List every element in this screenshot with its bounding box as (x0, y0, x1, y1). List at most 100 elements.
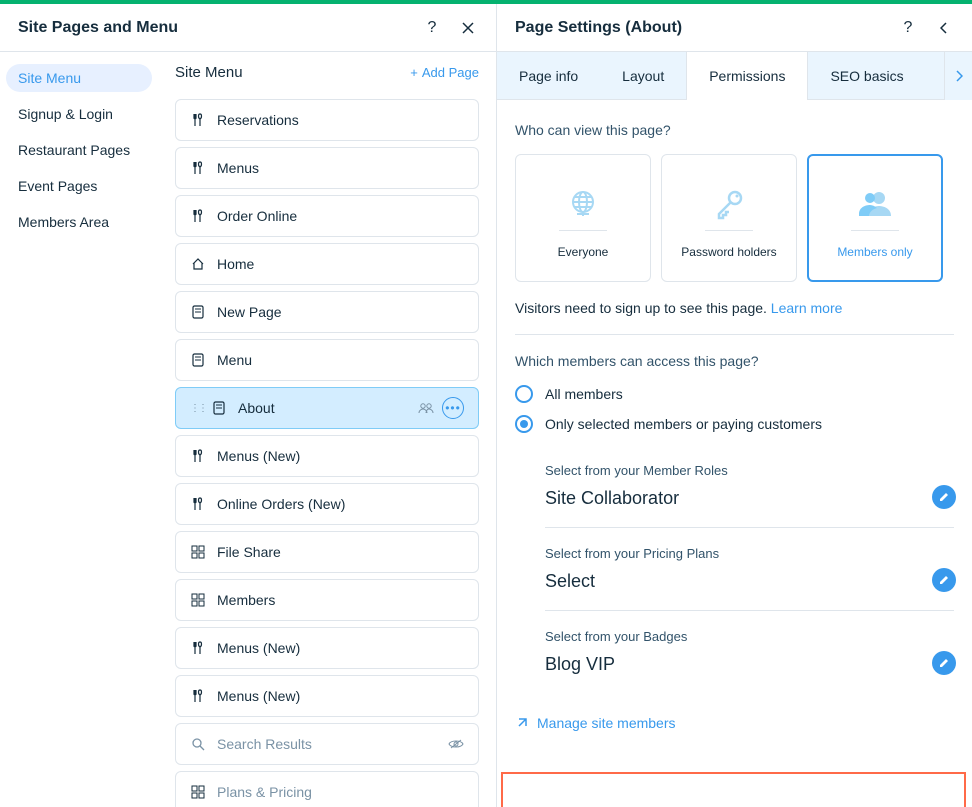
fork-icon (190, 209, 206, 223)
back-icon[interactable] (934, 18, 954, 38)
page-item-label: Reservations (217, 112, 453, 128)
help-icon[interactable]: ? (422, 18, 442, 38)
edit-member-roles-button[interactable] (932, 485, 956, 509)
page-item-label: File Share (217, 544, 453, 560)
page-item-label: Members (217, 592, 453, 608)
page-item-label: Search Results (217, 736, 437, 752)
tab-layout[interactable]: Layout (600, 52, 686, 99)
panel-title: Site Pages and Menu (18, 19, 178, 37)
edit-pricing-plans-button[interactable] (932, 568, 956, 592)
badges-value: Blog VIP (545, 654, 954, 675)
page-item-label: Plans & Pricing (217, 784, 453, 800)
page-item-label: About (238, 400, 407, 416)
drag-handle-icon[interactable]: ⋮⋮ (190, 403, 200, 414)
radio-label: Only selected members or paying customer… (545, 416, 822, 432)
members-icon (855, 184, 895, 224)
radio-all-members[interactable]: All members (515, 385, 954, 403)
page-item-reservations[interactable]: Reservations (175, 99, 479, 141)
member-roles-block: Select from your Member Roles Site Colla… (545, 445, 954, 528)
page-item-label: Menus (New) (217, 688, 453, 704)
page-item-menu[interactable]: Menu (175, 339, 479, 381)
member-roles-label: Select from your Member Roles (545, 463, 954, 478)
pencil-icon (938, 657, 950, 669)
sidebar-item-site-menu[interactable]: Site Menu (6, 64, 152, 92)
search-icon (190, 737, 206, 751)
page-item-label: Online Orders (New) (217, 496, 453, 512)
perm-card-members-only[interactable]: Members only (807, 154, 943, 282)
page-item-label: Order Online (217, 208, 453, 224)
page-actions-button[interactable]: ••• (442, 397, 464, 419)
which-members-label: Which members can access this page? (515, 353, 954, 369)
tab-seo-basics[interactable]: SEO basics (808, 52, 925, 99)
tab-permissions[interactable]: Permissions (686, 52, 808, 100)
pencil-icon (938, 574, 950, 586)
page-item-menus-new-[interactable]: Menus (New) (175, 435, 479, 477)
radio-button[interactable] (515, 385, 533, 403)
hidden-icon (448, 738, 464, 750)
page-item-label: Menu (217, 352, 453, 368)
info-line: Visitors need to sign up to see this pag… (515, 300, 954, 316)
page-settings-title: Page Settings (About) (515, 19, 682, 37)
sidebar-item-signup-login[interactable]: Signup & Login (6, 100, 152, 128)
perm-card-label: Password holders (681, 237, 776, 259)
manage-link-label: Manage site members (537, 715, 676, 731)
pages-header-title: Site Menu (175, 64, 243, 81)
page-item-menus[interactable]: Menus (175, 147, 479, 189)
manage-site-members-link[interactable]: Manage site members (515, 715, 954, 731)
doc-icon (211, 401, 227, 415)
key-icon (711, 184, 747, 224)
tabs-scroll-right-icon[interactable] (944, 52, 972, 100)
perm-card-everyone[interactable]: Everyone (515, 154, 651, 282)
page-item-label: Home (217, 256, 453, 272)
radio-label: All members (545, 386, 623, 402)
page-item-file-share[interactable]: File Share (175, 531, 479, 573)
page-item-menus-new-[interactable]: Menus (New) (175, 627, 479, 669)
plus-icon: + (410, 65, 418, 80)
grid-icon (190, 785, 206, 799)
perm-card-label: Everyone (558, 237, 609, 259)
members-icon (418, 402, 434, 414)
member-roles-value: Site Collaborator (545, 488, 954, 509)
perm-card-label: Members only (837, 237, 912, 259)
sidebar-item-members-area[interactable]: Members Area (6, 208, 152, 236)
fork-icon (190, 641, 206, 655)
fork-icon (190, 449, 206, 463)
who-can-view-label: Who can view this page? (515, 122, 954, 138)
learn-more-link[interactable]: Learn more (771, 300, 843, 316)
badges-block: Select from your Badges Blog VIP (545, 611, 954, 693)
help-icon[interactable]: ? (898, 18, 918, 38)
add-page-label: Add Page (422, 65, 479, 80)
page-item-label: Menus (New) (217, 448, 453, 464)
sidebar-item-restaurant-pages[interactable]: Restaurant Pages (6, 136, 152, 164)
pencil-icon (938, 491, 950, 503)
page-item-search-results[interactable]: Search Results (175, 723, 479, 765)
fork-icon (190, 689, 206, 703)
highlight-frame (501, 772, 966, 807)
tab-page-info[interactable]: Page info (497, 52, 600, 99)
grid-icon (190, 545, 206, 559)
page-item-online-orders-new-[interactable]: Online Orders (New) (175, 483, 479, 525)
sidebar: Site Menu Signup & Login Restaurant Pages E… (0, 52, 158, 807)
page-item-order-online[interactable]: Order Online (175, 195, 479, 237)
pricing-plans-block: Select from your Pricing Plans Select (545, 528, 954, 611)
page-item-new-page[interactable]: New Page (175, 291, 479, 333)
pricing-plans-value: Select (545, 571, 954, 592)
radio-selected-members[interactable]: Only selected members or paying customer… (515, 415, 954, 433)
page-item-about[interactable]: ⋮⋮ About ••• (175, 387, 479, 429)
edit-badges-button[interactable] (932, 651, 956, 675)
radio-button[interactable] (515, 415, 533, 433)
badges-label: Select from your Badges (545, 629, 954, 644)
add-page-button[interactable]: + Add Page (410, 65, 479, 80)
fork-icon (190, 161, 206, 175)
perm-card-password-holders[interactable]: Password holders (661, 154, 797, 282)
page-item-home[interactable]: Home (175, 243, 479, 285)
page-item-menus-new-[interactable]: Menus (New) (175, 675, 479, 717)
doc-icon (190, 353, 206, 367)
sidebar-item-event-pages[interactable]: Event Pages (6, 172, 152, 200)
tabs: Page infoLayoutPermissionsSEO basics (497, 52, 972, 100)
page-item-label: Menus (217, 160, 453, 176)
page-item-plans-pricing[interactable]: Plans & Pricing (175, 771, 479, 807)
page-item-members[interactable]: Members (175, 579, 479, 621)
external-link-icon (515, 716, 529, 730)
close-icon[interactable] (458, 18, 478, 38)
